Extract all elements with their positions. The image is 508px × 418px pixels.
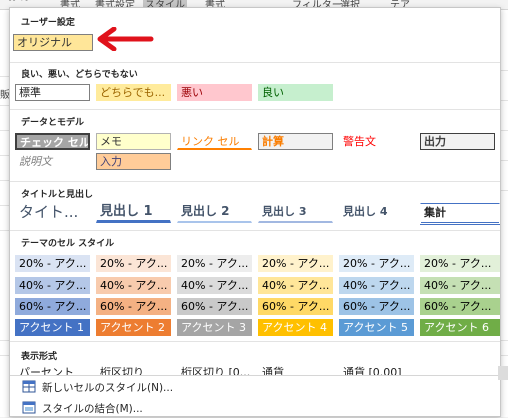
style-linked-cell[interactable]: リンク セル bbox=[177, 133, 252, 150]
style-40-percent-accent-3[interactable]: 40% - アク... bbox=[177, 277, 252, 294]
style-accent-3[interactable]: アクセント 3 bbox=[177, 319, 252, 336]
red-arrow-annotation bbox=[97, 27, 154, 51]
section-divider bbox=[10, 109, 500, 110]
style-accent-1[interactable]: アクセント 1 bbox=[15, 319, 90, 336]
style-40-percent-accent-4[interactable]: 40% - アク... bbox=[258, 277, 333, 294]
style-40-percent-accent-6[interactable]: 40% - アク... bbox=[420, 277, 500, 294]
style-20-percent-accent-2[interactable]: 20% - アク... bbox=[96, 255, 171, 272]
style-60-percent-accent-3[interactable]: 60% - アク... bbox=[177, 298, 252, 315]
style-output[interactable]: 出力 bbox=[420, 133, 495, 150]
style-explanatory-text[interactable]: 説明文 bbox=[15, 153, 90, 170]
section-divider bbox=[10, 62, 500, 63]
style-note[interactable]: メモ bbox=[96, 133, 171, 150]
style-60-percent-accent-2[interactable]: 60% - アク... bbox=[96, 298, 171, 315]
style-60-percent-accent-4[interactable]: 60% - アク... bbox=[258, 298, 333, 315]
section-title-theme-styles: テーマのセル スタイル bbox=[21, 239, 115, 249]
style-60-percent-accent-6[interactable]: 60% - アク... bbox=[420, 298, 500, 315]
style-heading-3[interactable]: 見出し 3 bbox=[258, 201, 333, 223]
style-heading-2[interactable]: 見出し 2 bbox=[177, 201, 252, 223]
style-20-percent-accent-5[interactable]: 20% - アク... bbox=[339, 255, 414, 272]
ribbon-fragment: ⁰⁰ ⁺⁰ bbox=[8, 0, 29, 7]
style-custom-original[interactable]: オリジナル bbox=[13, 34, 93, 51]
merge-styles-icon bbox=[22, 401, 36, 414]
style-20-percent-accent-4[interactable]: 20% - アク... bbox=[258, 255, 333, 272]
style-20-percent-accent-1[interactable]: 20% - アク... bbox=[15, 255, 90, 272]
cell-styles-gallery: ユーザー設定 オリジナル 良い、悪い、どちらでもない 標準 どちらでも... 悪… bbox=[9, 7, 501, 417]
style-40-percent-accent-2[interactable]: 40% - アク... bbox=[96, 277, 171, 294]
style-accent-2[interactable]: アクセント 2 bbox=[96, 319, 171, 336]
scrollbar-thumb[interactable] bbox=[498, 366, 508, 380]
style-input[interactable]: 入力 bbox=[96, 153, 171, 170]
style-bad[interactable]: 悪い bbox=[177, 84, 252, 101]
section-title-user: ユーザー設定 bbox=[21, 18, 75, 28]
new-style-icon bbox=[22, 380, 36, 393]
style-good[interactable]: 良い bbox=[258, 84, 333, 101]
style-40-percent-accent-1[interactable]: 40% - アク... bbox=[15, 277, 90, 294]
new-cell-style-menu-item[interactable]: 新しいセルのスタイル(N)... bbox=[16, 378, 316, 397]
style-40-percent-accent-5[interactable]: 40% - アク... bbox=[339, 277, 414, 294]
style-20-percent-accent-6[interactable]: 20% - アク... bbox=[420, 255, 500, 272]
style-total[interactable]: 集計 bbox=[420, 203, 500, 225]
section-title-good-bad-neutral: 良い、悪い、どちらでもない bbox=[21, 70, 138, 80]
merge-styles-menu-item[interactable]: スタイルの結合(M)... bbox=[16, 399, 316, 418]
style-accent-5[interactable]: アクセント 5 bbox=[339, 319, 414, 336]
section-divider bbox=[10, 230, 500, 231]
style-heading-1[interactable]: 見出し 1 bbox=[96, 201, 171, 223]
section-title-number-format: 表示形式 bbox=[21, 352, 58, 362]
section-title-data-model: データとモデル bbox=[21, 118, 85, 128]
style-normal[interactable]: 標準 bbox=[15, 84, 90, 101]
style-60-percent-accent-1[interactable]: 60% - アク... bbox=[15, 298, 90, 315]
section-divider bbox=[10, 181, 500, 182]
merge-styles-label: スタイルの結合(M)... bbox=[42, 403, 143, 415]
menu-separator bbox=[10, 375, 500, 376]
style-heading-4[interactable]: 見出し 4 bbox=[339, 201, 414, 223]
style-title[interactable]: タイト... bbox=[15, 201, 90, 223]
section-title-titles-headings: タイトルと見出し bbox=[21, 190, 94, 200]
style-neutral[interactable]: どちらでも... bbox=[96, 84, 171, 101]
style-60-percent-accent-5[interactable]: 60% - アク... bbox=[339, 298, 414, 315]
style-warning-text[interactable]: 警告文 bbox=[339, 133, 414, 150]
style-check-cell[interactable]: チェック セル bbox=[15, 133, 90, 150]
style-accent-4[interactable]: アクセント 4 bbox=[258, 319, 333, 336]
style-accent-6[interactable]: アクセント 6 bbox=[420, 319, 500, 336]
section-divider bbox=[10, 341, 500, 342]
style-20-percent-accent-3[interactable]: 20% - アク... bbox=[177, 255, 252, 272]
new-cell-style-label: 新しいセルのスタイル(N)... bbox=[42, 382, 174, 394]
style-calculation[interactable]: 計算 bbox=[258, 133, 333, 150]
